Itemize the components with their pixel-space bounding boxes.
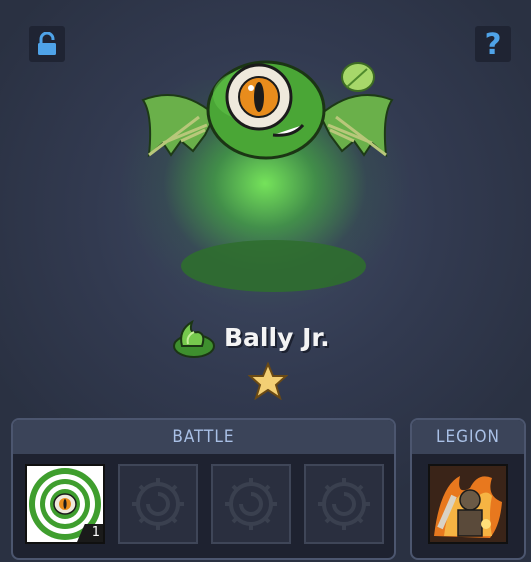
legion-panel: LEGION <box>410 418 526 560</box>
nature-flame-icon <box>173 319 215 358</box>
battle-panel: BATTLE 1 <box>11 418 396 560</box>
battle-slot-2[interactable] <box>118 464 198 544</box>
creature-name-row: Bally Jr. <box>172 315 330 359</box>
swirl-emblem-icon <box>225 478 277 530</box>
lock-button[interactable] <box>29 26 65 62</box>
padlock-open-icon <box>38 32 56 55</box>
battle-header: BATTLE <box>13 420 394 454</box>
rank-star-icon <box>248 362 288 400</box>
swirl-emblem-icon <box>132 478 184 530</box>
creature-sprite[interactable] <box>135 55 400 175</box>
fire-warrior-portrait-icon <box>430 466 506 542</box>
battle-slot-3[interactable] <box>211 464 291 544</box>
legion-slot[interactable] <box>428 464 508 544</box>
help-icon: ? <box>484 27 502 61</box>
swirl-emblem-icon <box>318 478 370 530</box>
creature-name: Bally Jr. <box>224 322 330 352</box>
legion-header: LEGION <box>412 420 524 454</box>
pedestal-shadow <box>181 240 366 292</box>
help-button[interactable]: ? <box>475 26 511 62</box>
battle-slot-4[interactable] <box>304 464 384 544</box>
battle-slot-1[interactable]: 1 <box>25 464 105 544</box>
